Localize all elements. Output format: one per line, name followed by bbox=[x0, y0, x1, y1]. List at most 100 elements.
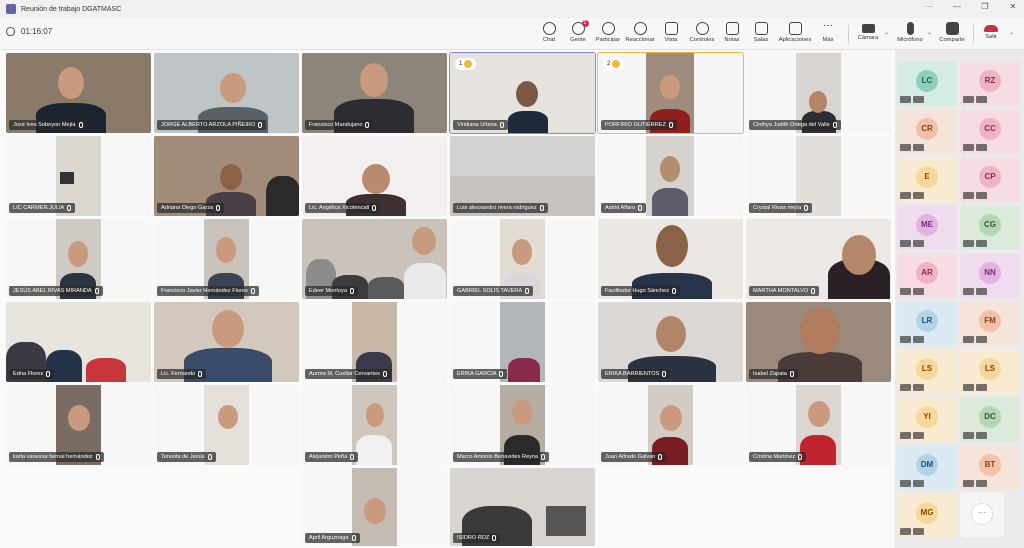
video-tile[interactable]: April Arguznaga bbox=[302, 468, 447, 546]
participant-name: JORGE ALBERTO ARZOLA PIÑEIRO bbox=[161, 122, 256, 128]
video-tile[interactable]: Edeer Montoya bbox=[302, 219, 447, 299]
share-button[interactable]: Comparte bbox=[937, 21, 967, 47]
video-tile[interactable]: ERIKA BARRIENTOS bbox=[598, 302, 743, 382]
video-tile[interactable]: Francisco Mandujano bbox=[302, 53, 447, 133]
participant-card[interactable]: CG bbox=[960, 205, 1020, 250]
participant-card[interactable]: CC bbox=[960, 109, 1020, 154]
video-tile[interactable]: José Ives Sobeyon Mejía bbox=[6, 53, 151, 133]
participant-card[interactable]: YI bbox=[897, 397, 957, 442]
video-tile[interactable]: Isabel Zapata bbox=[746, 302, 891, 382]
participant-status bbox=[900, 144, 924, 151]
name-tag: Francisco Javier Hernández Flores bbox=[157, 286, 259, 296]
participant-card[interactable]: E bbox=[897, 157, 957, 202]
video-tile[interactable]: MARTHA MONTALVO bbox=[746, 219, 891, 299]
teams-logo-icon bbox=[6, 4, 16, 14]
video-tile[interactable]: Lic. Fernando bbox=[154, 302, 299, 382]
participant-face bbox=[216, 237, 236, 263]
video-tile[interactable]: Astrid Alfaro bbox=[598, 136, 743, 216]
maximize-button[interactable]: ❐ bbox=[978, 2, 992, 11]
camera-off-icon bbox=[900, 432, 911, 439]
raise-hand-button[interactable]: Participar bbox=[593, 21, 623, 47]
video-tile[interactable]: Adriana Diego Garza bbox=[154, 136, 299, 216]
video-tile[interactable]: Cristina Martínez bbox=[746, 385, 891, 465]
leave-button[interactable]: Salir bbox=[976, 21, 1006, 47]
mic-off-icon bbox=[658, 454, 663, 460]
participant-card[interactable]: ME bbox=[897, 205, 957, 250]
video-tile[interactable]: ERIKA GARCIA bbox=[450, 302, 595, 382]
share-label: Comparte bbox=[939, 37, 965, 43]
avatar: DM bbox=[916, 454, 938, 476]
react-button[interactable]: Reaccionar bbox=[625, 21, 655, 47]
participant-card[interactable]: CP bbox=[960, 157, 1020, 202]
share-screen-icon bbox=[945, 22, 959, 35]
avatar: LR bbox=[916, 310, 938, 332]
mic-off-icon bbox=[789, 371, 794, 377]
close-button[interactable]: ✕ bbox=[1006, 2, 1020, 11]
video-tile[interactable]: Teresita de Jesús bbox=[154, 385, 299, 465]
participant-card[interactable]: BT bbox=[960, 445, 1020, 490]
camera-options-chevron-icon[interactable]: ⌄ bbox=[884, 29, 889, 36]
participant-card[interactable]: LS bbox=[960, 349, 1020, 394]
video-tile[interactable]: Alejandro Peña bbox=[302, 385, 447, 465]
mic-off-icon bbox=[913, 96, 924, 103]
video-tile[interactable]: Crystal Rivas mejía bbox=[746, 136, 891, 216]
video-tile[interactable]: Marco Antonio Benavides Reyna bbox=[450, 385, 595, 465]
participant-card[interactable]: DC bbox=[960, 397, 1020, 442]
leave-options-chevron-icon[interactable]: ⌄ bbox=[1009, 29, 1014, 36]
video-tile[interactable]: Aurora M. Cuellar Cervantes bbox=[302, 302, 447, 382]
notes-button[interactable]: Notas bbox=[717, 21, 747, 47]
video-tile[interactable]: LIC CARMEN JULIA bbox=[6, 136, 151, 216]
participant-card[interactable]: DM bbox=[897, 445, 957, 490]
view-button[interactable]: Vista bbox=[656, 21, 686, 47]
people-button[interactable]: 2 Gente bbox=[563, 20, 593, 47]
mic-options-chevron-icon[interactable]: ⌄ bbox=[927, 29, 932, 36]
name-tag: José Ives Sobeyon Mejía bbox=[9, 120, 87, 130]
controls-button[interactable]: Controles bbox=[687, 21, 717, 47]
video-tile[interactable]: Luis alessandro rivera rodriguez bbox=[450, 136, 595, 216]
participant-card[interactable]: FM bbox=[960, 301, 1020, 346]
avatar: YI bbox=[916, 406, 938, 428]
video-tile[interactable]: 2 PORFIRIO GUTIÉRREZ bbox=[597, 52, 744, 134]
video-tile[interactable]: GABRIEL SOLIS TAVERA bbox=[450, 219, 595, 299]
participant-name: Teresita de Jesús bbox=[161, 454, 205, 460]
mic-button[interactable]: Micrófono bbox=[895, 21, 925, 47]
video-tile[interactable]: Cinthya Judith Ortega del Valle bbox=[746, 53, 891, 133]
participant-card[interactable]: MG bbox=[897, 493, 957, 538]
chat-button[interactable]: Chat bbox=[534, 21, 564, 47]
video-tile-speaking[interactable]: 1 Viridiana Urbina bbox=[449, 52, 596, 134]
mic-off-icon bbox=[539, 205, 544, 211]
rooms-button[interactable]: Salas bbox=[746, 21, 776, 47]
video-tile[interactable]: JORGE ALBERTO ARZOLA PIÑEIRO bbox=[154, 53, 299, 133]
mic-off-icon bbox=[976, 288, 987, 295]
hand-icon bbox=[601, 22, 615, 35]
video-tile[interactable]: Lic. Angélica Xicotencatl bbox=[302, 136, 447, 216]
participant-card[interactable]: NN bbox=[960, 253, 1020, 298]
participant-name: Juan Alfredo Galvan bbox=[605, 454, 656, 460]
participant-card[interactable]: LC bbox=[897, 61, 957, 106]
participant-card[interactable]: RZ bbox=[960, 61, 1020, 106]
chat-icon bbox=[542, 22, 556, 35]
video-tile[interactable]: Edna Flores bbox=[6, 302, 151, 382]
video-tile[interactable]: Facilitador Hugo Sánchez bbox=[598, 219, 743, 299]
participant-status bbox=[963, 432, 987, 439]
video-tile[interactable]: ISIDRO RDZ bbox=[450, 468, 595, 546]
minimize-button[interactable]: — bbox=[950, 2, 964, 11]
video-tile[interactable]: JESÚS ABEL RIVAS MIRANDA bbox=[6, 219, 151, 299]
participant-card[interactable]: LR bbox=[897, 301, 957, 346]
camera-off-icon bbox=[900, 336, 911, 343]
mic-off-icon bbox=[350, 454, 355, 460]
participant-card[interactable]: LS bbox=[897, 349, 957, 394]
more-options-icon[interactable]: ··· bbox=[922, 2, 936, 11]
video-tile[interactable]: Francisco Javier Hernández Flores bbox=[154, 219, 299, 299]
mic-off-icon bbox=[798, 454, 803, 460]
participant-card[interactable]: CR bbox=[897, 109, 957, 154]
more-participants-button[interactable]: ··· bbox=[960, 492, 1004, 537]
video-tile[interactable]: Juan Alfredo Galvan bbox=[598, 385, 743, 465]
more-button[interactable]: ··· Más bbox=[813, 21, 843, 47]
name-tag: Lic. Angélica Xicotencatl bbox=[305, 203, 381, 213]
participant-card[interactable]: AR bbox=[897, 253, 957, 298]
video-tile[interactable]: karla vanessa bernal hernández bbox=[6, 385, 151, 465]
camera-button[interactable]: Cámara bbox=[853, 21, 883, 47]
apps-button[interactable]: Aplicaciones bbox=[779, 21, 811, 47]
name-tag: Marco Antonio Benavides Reyna bbox=[453, 452, 550, 462]
